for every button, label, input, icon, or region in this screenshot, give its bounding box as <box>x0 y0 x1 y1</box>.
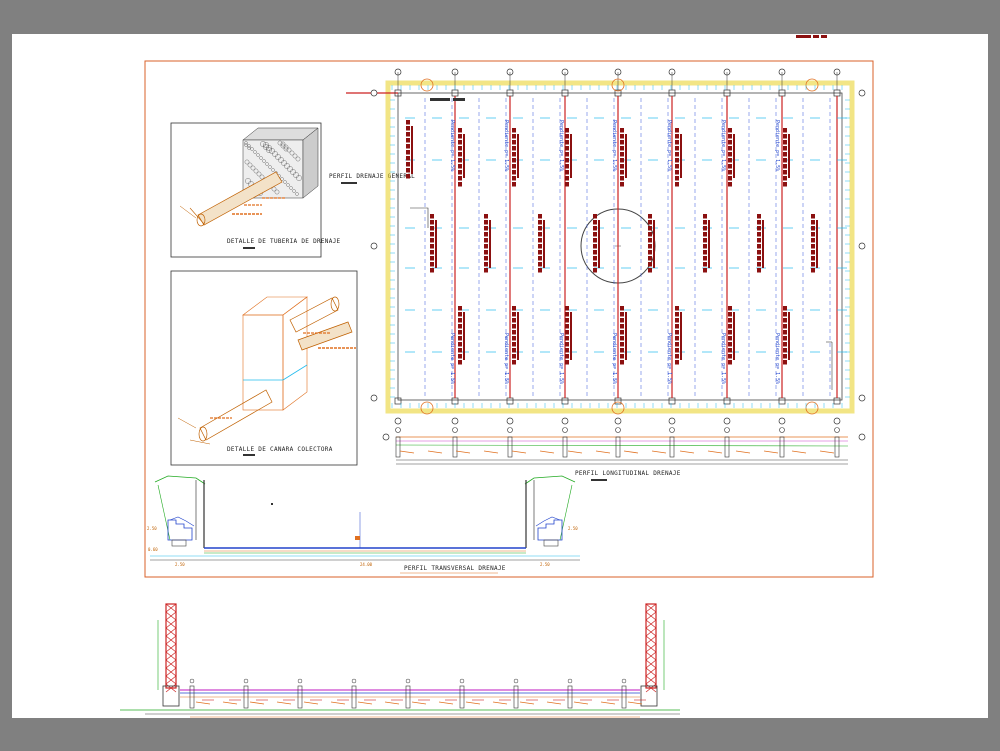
slope-label: Pendiente p= 1.5% <box>611 333 617 384</box>
slope-label: Pendiente p= 1.5% <box>774 333 780 384</box>
longitudinal-profile: PERFIL LONGITUDINAL DRENAJE <box>382 427 866 481</box>
slope-label: Pendiente p= 1.5% <box>449 333 455 384</box>
dim-right-2: 2.50 <box>568 526 578 531</box>
detail-collector-box: DETALLE DE CANARA COLECTORA <box>170 270 358 466</box>
slope-label: Pendiente p= 1.5% <box>503 333 509 384</box>
slope-label: Pendiente p= 1.5% <box>774 120 780 171</box>
detail-pipe-title: DETALLE DE TUBERIA DE DRENAJE <box>227 238 341 245</box>
slope-label: Pendiente p= 1.5% <box>666 333 672 384</box>
slope-label: Pendiente p= 1.5% <box>720 333 726 384</box>
slope-label: Pendiente p= 1.5% <box>558 120 564 171</box>
bottom-section <box>120 603 680 718</box>
transverse-profile-title: PERFIL TRANSVERSAL DRENAJE <box>404 565 506 572</box>
dim-left-1: 2.50 <box>147 526 157 531</box>
detail-box-title: DETALLE DE CANARA COLECTORA <box>227 446 333 453</box>
slope-label: Pendiente p= 1.5% <box>449 120 455 171</box>
dim-left-3: 2.50 <box>175 562 185 567</box>
drawing-viewport[interactable]: DETALLE DE TUBERIA DE DRENAJE DETALLE DE… <box>0 0 1000 751</box>
dim-right-1: 2.50 <box>540 562 550 567</box>
slope-label: Pendiente p= 1.5% <box>611 120 617 171</box>
title-stamp <box>796 35 811 38</box>
slope-label: Pendiente p= 1.5% <box>503 120 509 171</box>
dim-total-width: 24.00 <box>360 562 373 567</box>
longitudinal-profile-title: PERFIL LONGITUDINAL DRENAJE <box>575 470 681 477</box>
drainage-plan: Pendiente p= 1.5% Pendiente p= 1.5% Pendie… <box>346 68 866 425</box>
drawing-svg: DETALLE DE TUBERIA DE DRENAJE DETALLE DE… <box>120 35 874 718</box>
slope-label: Pendiente p= 1.5% <box>558 333 564 384</box>
slope-label: Pendiente p= 1.5% <box>666 120 672 171</box>
general-profile-label: PERFIL DRENAJE GENERAL <box>329 173 415 180</box>
slope-label: Pendiente p= 1.5% <box>720 120 726 171</box>
transverse-profile: 2.50 0.60 2.50 24.00 2.50 2.50 PERFIL TR… <box>147 475 580 574</box>
dim-left-2: 0.60 <box>148 547 158 552</box>
detail-drainage-pipe: DETALLE DE TUBERIA DE DRENAJE <box>170 122 341 258</box>
